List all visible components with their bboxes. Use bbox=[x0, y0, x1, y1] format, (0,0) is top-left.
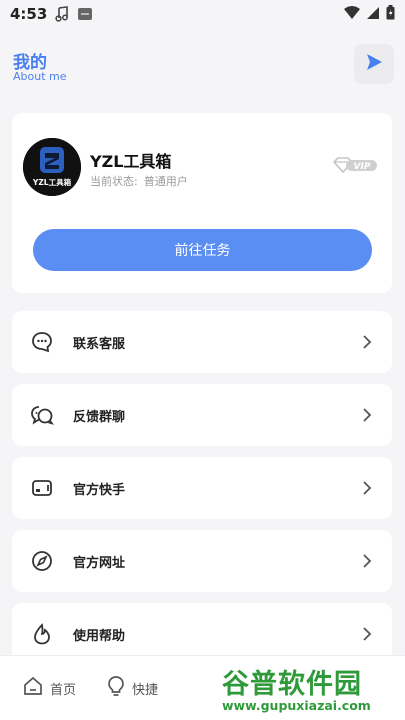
avatar-logo-icon: YZL工具箱 bbox=[23, 138, 81, 196]
username: YZL工具箱 bbox=[90, 152, 172, 171]
vip-badge[interactable]: VIP bbox=[332, 156, 378, 174]
wifi-icon bbox=[344, 5, 360, 24]
play-icon bbox=[364, 52, 384, 76]
chat-bubble-icon bbox=[29, 329, 55, 355]
avatar-text: YZL工具箱 bbox=[32, 177, 72, 187]
group-chat-icon bbox=[29, 402, 55, 428]
compass-icon bbox=[29, 548, 55, 574]
go-to-task-button[interactable]: 前往任务 bbox=[33, 229, 372, 271]
menu-label: 反馈群聊 bbox=[73, 409, 126, 425]
video-card-icon bbox=[29, 475, 55, 501]
status-label: 当前状态: bbox=[90, 175, 138, 188]
profile-card: YZL工具箱 YZL工具箱 当前状态: 普通用户 VIP 前往任务 bbox=[12, 113, 392, 293]
home-icon bbox=[22, 675, 44, 701]
menu-item-official-kuaishou[interactable]: 官方快手 bbox=[12, 457, 392, 519]
menu-item-official-website[interactable]: 官方网址 bbox=[12, 530, 392, 592]
battery-icon bbox=[386, 4, 395, 24]
music-note-icon bbox=[55, 6, 69, 22]
watermark-text: 谷普软件园 bbox=[222, 669, 362, 700]
nav-label: 首页 bbox=[50, 682, 77, 698]
status-line: 当前状态: 普通用户 bbox=[90, 173, 188, 189]
vip-text: VIP bbox=[354, 162, 371, 172]
watermark: 谷普软件园 www.gupuxiazai.com bbox=[218, 660, 405, 720]
play-button[interactable] bbox=[354, 44, 394, 84]
menu-item-feedback-group[interactable]: 反馈群聊 bbox=[12, 384, 392, 446]
chevron-right-icon bbox=[362, 407, 372, 423]
menu-label: 使用帮助 bbox=[73, 628, 126, 644]
chevron-right-icon bbox=[362, 334, 372, 350]
page-subtitle: About me bbox=[13, 70, 67, 83]
menu-item-contact-support[interactable]: 联系客服 bbox=[12, 311, 392, 373]
app-notification-icon bbox=[77, 6, 93, 22]
menu-label: 联系客服 bbox=[73, 336, 126, 352]
chevron-right-icon bbox=[362, 480, 372, 496]
status-time: 4:53 bbox=[10, 5, 48, 23]
nav-label: 快捷 bbox=[132, 682, 159, 698]
chevron-right-icon bbox=[362, 626, 372, 642]
menu-label: 官方网址 bbox=[73, 555, 126, 571]
watermark-url: www.gupuxiazai.com bbox=[222, 698, 371, 713]
lightbulb-icon bbox=[106, 675, 126, 701]
status-bar: 4:53 bbox=[0, 0, 405, 28]
nav-item-shortcut[interactable]: 快捷 bbox=[106, 675, 158, 701]
flame-drop-icon bbox=[29, 621, 55, 647]
menu-label: 官方快手 bbox=[73, 482, 126, 498]
vip-diamond-icon: VIP bbox=[332, 157, 377, 174]
status-value: 普通用户 bbox=[143, 175, 188, 188]
avatar[interactable]: YZL工具箱 bbox=[23, 138, 81, 196]
chevron-right-icon bbox=[362, 553, 372, 569]
nav-item-home[interactable]: 首页 bbox=[22, 675, 76, 701]
page-header: 我的 About me bbox=[0, 28, 405, 100]
signal-icon bbox=[366, 5, 380, 24]
